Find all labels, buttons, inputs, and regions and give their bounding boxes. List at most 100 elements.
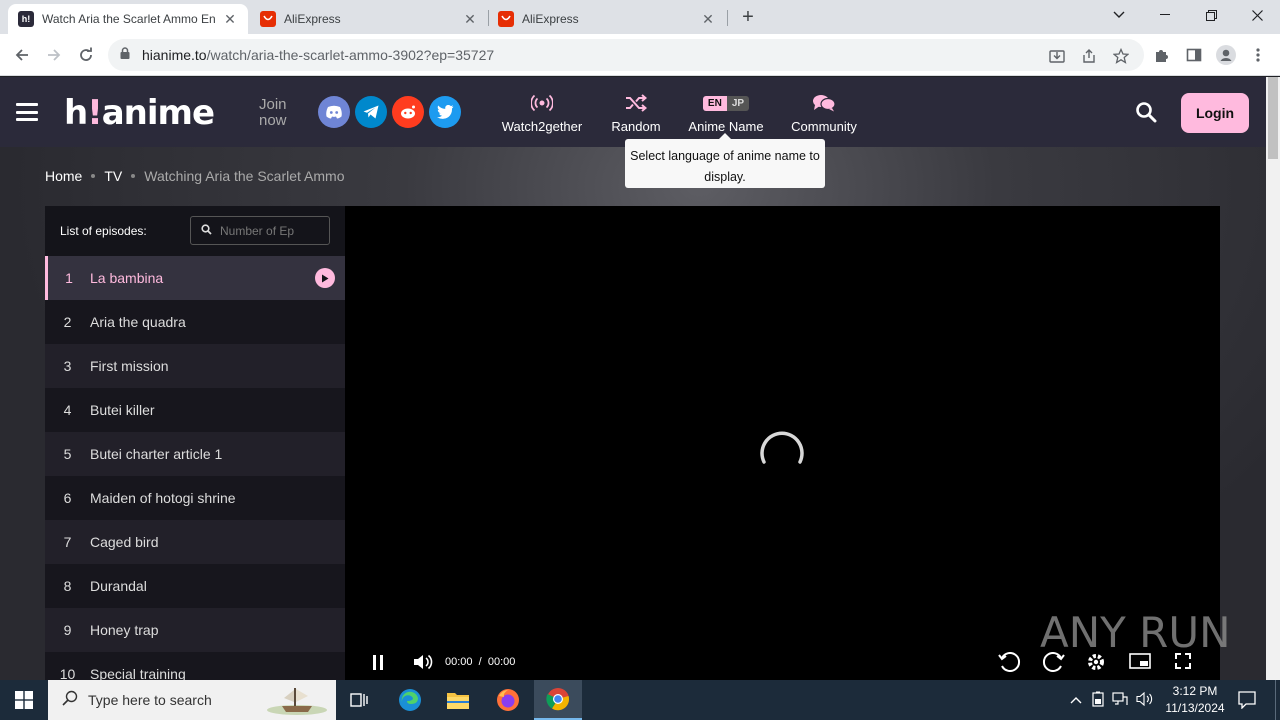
episode-title: Honey trap xyxy=(90,622,159,638)
episode-item-9[interactable]: 9 Honey trap xyxy=(45,608,345,652)
chrome-icon[interactable] xyxy=(534,680,582,720)
episode-item-6[interactable]: 6 Maiden of hotogi shrine xyxy=(45,476,345,520)
tab-hianime[interactable]: h! Watch Aria the Scarlet Ammo En ✕ xyxy=(8,4,248,34)
volume-icon[interactable] xyxy=(413,654,433,675)
network-icon[interactable] xyxy=(1112,691,1128,709)
search-icon xyxy=(201,223,212,238)
nav-random[interactable]: Random xyxy=(604,92,668,134)
tab-title: Watch Aria the Scarlet Ammo En xyxy=(42,12,216,26)
reddit-icon[interactable] xyxy=(392,96,424,128)
extensions-puzzle-icon[interactable] xyxy=(1150,43,1174,67)
lang-en-option[interactable]: EN xyxy=(702,95,727,111)
tab-close-icon[interactable]: ✕ xyxy=(222,11,238,28)
breadcrumb-home[interactable]: Home xyxy=(45,168,82,184)
nav-watch2gether[interactable]: Watch2gether xyxy=(496,92,588,134)
episode-item-8[interactable]: 8 Durandal xyxy=(45,564,345,608)
page-scrollbar-thumb[interactable] xyxy=(1268,77,1278,159)
taskbar-clock[interactable]: 3:12 PM 11/13/2024 xyxy=(1160,683,1230,717)
breadcrumb-tv[interactable]: TV xyxy=(104,168,122,184)
episode-title: Butei charter article 1 xyxy=(90,446,223,462)
episode-number: 1 xyxy=(65,270,73,286)
speaker-icon[interactable] xyxy=(1136,691,1154,709)
address-bar[interactable]: hianime.to/watch/aria-the-scarlet-ammo-3… xyxy=(108,39,1144,71)
tray-chevron-up-icon[interactable] xyxy=(1070,693,1082,707)
browser-toolbar: hianime.to/watch/aria-the-scarlet-ammo-3… xyxy=(0,34,1280,76)
new-tab-button[interactable]: + xyxy=(736,6,760,30)
episode-title: Caged bird xyxy=(90,534,159,550)
episode-item-4[interactable]: 4 Butei killer xyxy=(45,388,345,432)
close-window-button[interactable] xyxy=(1234,0,1280,30)
episode-number: 8 xyxy=(63,578,72,594)
install-app-icon[interactable] xyxy=(1048,47,1066,65)
share-icon[interactable] xyxy=(1080,47,1098,65)
tab-title: AliExpress xyxy=(284,12,341,26)
episode-list-header: List of episodes: xyxy=(45,206,345,256)
play-circle-icon xyxy=(315,268,335,288)
episode-number: 2 xyxy=(63,314,72,330)
rewind-10-icon[interactable] xyxy=(998,652,1022,677)
page-scrollbar[interactable] xyxy=(1266,77,1280,680)
episode-item-2[interactable]: 2 Aria the quadra xyxy=(45,300,345,344)
episode-item-1[interactable]: 1 La bambina xyxy=(45,256,345,300)
episode-search-input[interactable] xyxy=(220,223,328,238)
discord-icon[interactable] xyxy=(318,96,350,128)
show-desktop-button[interactable] xyxy=(1275,680,1276,720)
tab-close-icon[interactable]: ✕ xyxy=(700,11,716,28)
firefox-icon[interactable] xyxy=(484,680,532,720)
minimize-button[interactable] xyxy=(1142,0,1188,30)
hamburger-menu-icon[interactable] xyxy=(16,103,38,121)
back-arrow-icon[interactable] xyxy=(10,43,34,67)
episode-list-title: List of episodes: xyxy=(60,224,147,238)
episode-item-5[interactable]: 5 Butei charter article 1 xyxy=(45,432,345,476)
episode-title: Butei killer xyxy=(90,402,155,418)
search-icon[interactable] xyxy=(1135,101,1157,123)
task-view-icon[interactable] xyxy=(336,680,384,720)
pause-icon[interactable] xyxy=(371,654,385,675)
episode-number: 7 xyxy=(63,534,72,550)
reload-icon[interactable] xyxy=(74,43,98,67)
forward-arrow-icon[interactable] xyxy=(42,43,66,67)
edge-browser-icon[interactable] xyxy=(386,680,434,720)
chrome-menu-icon[interactable] xyxy=(1246,43,1270,67)
tab-separator xyxy=(727,10,728,26)
taskbar-search-box[interactable]: Type here to search xyxy=(48,680,336,720)
tab-search-chevron-icon[interactable] xyxy=(1096,0,1142,30)
tab-close-icon[interactable]: ✕ xyxy=(462,11,478,28)
episode-number: 6 xyxy=(63,490,72,506)
site-header: h!anime Join now Watch2gether Random EN … xyxy=(0,77,1266,147)
site-logo[interactable]: h!anime xyxy=(64,93,215,133)
episode-title: Special training xyxy=(90,666,186,680)
episode-search-box[interactable] xyxy=(190,216,330,245)
language-tooltip: Select language of anime name to display… xyxy=(625,133,825,188)
telegram-icon[interactable] xyxy=(355,96,387,128)
aliexpress-favicon-icon xyxy=(260,11,276,27)
twitter-icon[interactable] xyxy=(429,96,461,128)
lang-jp-option[interactable]: JP xyxy=(726,95,750,111)
file-explorer-icon[interactable] xyxy=(434,680,482,720)
system-tray xyxy=(1070,680,1154,720)
episode-title: La bambina xyxy=(90,270,164,286)
breadcrumb-separator xyxy=(91,174,96,178)
battery-icon[interactable] xyxy=(1092,691,1104,710)
nav-anime-name[interactable]: EN JP Anime Name xyxy=(680,92,772,134)
windows-start-icon[interactable] xyxy=(0,680,48,720)
breadcrumb-current: Watching Aria the Scarlet Ammo xyxy=(144,168,345,184)
profile-avatar-icon[interactable] xyxy=(1214,43,1238,67)
login-button[interactable]: Login xyxy=(1181,93,1249,133)
tab-aliexpress-1[interactable]: AliExpress ✕ xyxy=(250,4,488,34)
tab-aliexpress-2[interactable]: AliExpress ✕ xyxy=(488,4,726,34)
episode-item-3[interactable]: 3 First mission xyxy=(45,344,345,388)
loading-spinner-icon xyxy=(752,422,812,482)
episode-item-7[interactable]: 7 Caged bird xyxy=(45,520,345,564)
chat-bubbles-icon xyxy=(784,92,864,114)
restore-button[interactable] xyxy=(1188,0,1234,30)
nav-community[interactable]: Community xyxy=(784,92,864,134)
shuffle-icon xyxy=(604,92,668,114)
side-panel-icon[interactable] xyxy=(1182,43,1206,67)
anyrun-watermark: ANY RUN xyxy=(1040,608,1231,657)
bookmark-star-icon[interactable] xyxy=(1112,47,1130,65)
notification-center-icon[interactable] xyxy=(1238,691,1256,714)
language-toggle[interactable]: EN JP xyxy=(702,95,750,111)
join-now-text: Join now xyxy=(259,96,287,129)
episode-item-10[interactable]: 10 Special training xyxy=(45,652,345,680)
